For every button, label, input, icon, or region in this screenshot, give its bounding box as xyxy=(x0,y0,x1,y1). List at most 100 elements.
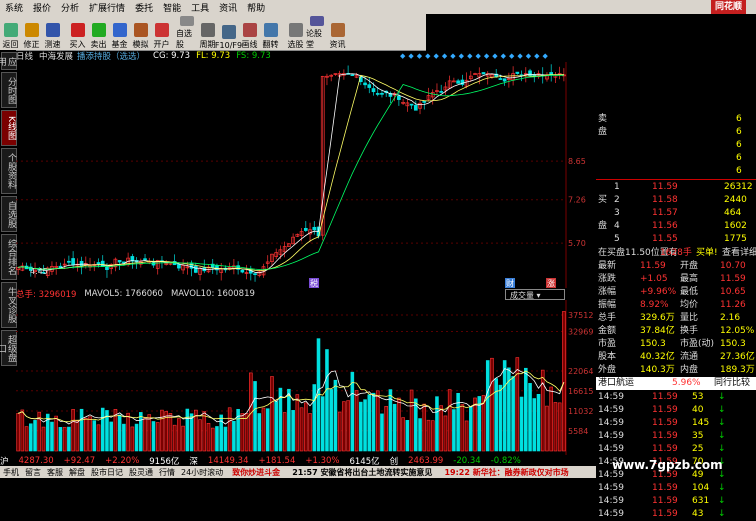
announcement-link[interactable]: 播添持股（选选） xyxy=(77,50,145,62)
quote-value: 11.26 xyxy=(720,300,746,310)
toolbar-button-12[interactable]: 翻转 xyxy=(260,16,281,50)
left-nav-item-0[interactable]: 应用 xyxy=(0,52,17,70)
buy-level: 4 xyxy=(614,221,620,231)
left-nav-item-1[interactable]: 分时图 xyxy=(1,72,17,108)
candle-body xyxy=(193,265,198,273)
status-tab-1[interactable]: 留言 xyxy=(22,467,44,478)
menu-item-7[interactable]: 资讯 xyxy=(214,1,242,14)
toolbar-label: 资讯 xyxy=(329,40,346,49)
menu-item-3[interactable]: 扩展行情 xyxy=(84,1,130,14)
peer-compare-link[interactable]: 同行比较 xyxy=(714,377,750,390)
left-nav-item-7[interactable]: 超级盘口 xyxy=(0,330,17,366)
toolbar-button-2[interactable]: 测速 xyxy=(42,16,63,50)
toolbar-button-14[interactable]: 论股堂 xyxy=(306,16,327,50)
signal-dots: ◆◆◆◆◆◆◆◆◆◆◆◆◆◆◆◆◆◆ xyxy=(400,52,551,60)
orderbook-divider xyxy=(596,179,756,180)
volume-bar xyxy=(325,349,329,452)
period-label[interactable]: 日线 xyxy=(16,50,33,62)
menu-item-6[interactable]: 工具 xyxy=(186,1,214,14)
left-nav-item-3[interactable]: 个股资料 xyxy=(1,148,17,194)
news-ticker-1[interactable]: 致你炒进斗金 xyxy=(226,467,286,478)
volume-bar xyxy=(41,426,46,452)
volume-bar xyxy=(223,426,228,452)
candle-body xyxy=(71,258,75,266)
toolbar-button-0[interactable]: 返回 xyxy=(0,16,21,50)
volume-bar xyxy=(151,421,156,452)
tick-price: 11.59 xyxy=(652,483,678,493)
left-nav-item-2[interactable]: K线图 xyxy=(1,110,17,146)
indicator-dropdown[interactable]: 成交量 ▾ xyxy=(505,289,565,300)
toolbar-button-13[interactable]: 选股 xyxy=(285,16,306,50)
toolbar-button-5[interactable]: 基金 xyxy=(109,16,130,50)
left-nav: 应用分时图 K线图个股资料自选股综合排名牛叉诊股超级盘口 xyxy=(0,50,17,465)
news-ticker-3[interactable]: 19:22 新华社：融券新政仅对市场 xyxy=(438,467,574,478)
status-tab-5[interactable]: 股灵通 xyxy=(126,467,156,478)
quote-label: 换手 xyxy=(680,326,699,336)
volume-bar xyxy=(75,420,80,452)
tick-time: 14:59 xyxy=(598,444,624,454)
sell-volume: 6 xyxy=(736,127,742,137)
status-tab-0[interactable]: 手机 xyxy=(0,467,22,478)
menu-item-4[interactable]: 委托 xyxy=(130,1,158,14)
tick-row: 14:59 11.59 25 ↓ xyxy=(596,443,756,456)
tick-volume: 40 xyxy=(692,405,704,415)
volume-bar xyxy=(536,393,541,452)
sell-row: 6 xyxy=(596,152,756,165)
toolbar-button-6[interactable]: 模拟 xyxy=(130,16,151,50)
tick-price: 11.59 xyxy=(652,431,678,441)
volume-bar xyxy=(58,427,63,452)
status-tab-6[interactable]: 行情 xyxy=(156,467,178,478)
order-detail-link[interactable]: 查看详细 xyxy=(722,247,756,260)
status-tab-4[interactable]: 股市日记 xyxy=(88,467,126,478)
brand-logo: 同花顺 xyxy=(710,0,746,14)
toolbar-label: 周期 xyxy=(199,40,216,49)
volume-bar xyxy=(490,357,494,452)
left-nav-item-6[interactable]: 牛叉诊股 xyxy=(1,282,17,328)
toolbar-icon xyxy=(330,23,345,37)
toolbar-button-10[interactable]: F10/F9 xyxy=(215,16,242,50)
tick-price: 11.59 xyxy=(652,392,678,402)
order-note-volume: 1628手 xyxy=(660,248,692,258)
index-bar: 沪 4287.30 +92.47 +2.20% 9156亿深 14149.34 +181.5… xyxy=(0,455,596,467)
toolbar-button-8[interactable]: 自选股 xyxy=(176,16,197,50)
left-nav-item-5[interactable]: 综合排名 xyxy=(1,234,17,280)
sector-change: 5.96% xyxy=(672,378,701,388)
sector-name: 港口航运 xyxy=(598,378,635,388)
index-value-5: 深 xyxy=(189,456,198,467)
toolbar-button-7[interactable]: 开户 xyxy=(151,16,172,50)
status-tab-3[interactable]: 解盘 xyxy=(66,467,88,478)
quote-value: 189.3万 xyxy=(720,365,755,375)
candle-body xyxy=(456,80,460,84)
volume-bar xyxy=(304,402,308,452)
quote-label: 涨跌 xyxy=(598,274,617,284)
volume-bar xyxy=(363,399,367,452)
volume-bar xyxy=(109,421,113,452)
sell-row: 6 xyxy=(596,139,756,152)
toolbar-button-11[interactable]: 画线 xyxy=(239,16,260,50)
menu-item-2[interactable]: 分析 xyxy=(56,1,84,14)
volume-axis-label: 11032 xyxy=(568,407,593,416)
price-chart[interactable]: 8.65 7.26 5.70 4.45 税 财 涨 xyxy=(16,62,596,288)
volume-bar xyxy=(67,426,71,452)
toolbar-button-15[interactable]: 资讯 xyxy=(327,16,348,50)
menu-item-5[interactable]: 智能 xyxy=(158,1,186,14)
left-nav-item-4[interactable]: 自选股 xyxy=(1,196,17,232)
volume-bar xyxy=(430,420,435,452)
status-tab-2[interactable]: 客服 xyxy=(44,467,66,478)
pan-label: 盘 xyxy=(598,127,608,137)
tick-price: 11.59 xyxy=(652,444,678,454)
news-ticker-2[interactable]: 21:57 安徽省将出台土地流转实施意见 xyxy=(286,467,438,478)
down-arrow-icon: ↓ xyxy=(718,392,726,402)
toolbar-button-4[interactable]: 卖出 xyxy=(88,16,109,50)
menu-item-8[interactable]: 帮助 xyxy=(242,1,270,14)
menu-item-0[interactable]: 系统 xyxy=(0,1,28,14)
volume-chart[interactable]: 37512 32969 22064 16615 11032 5584 xyxy=(16,300,596,455)
toolbar-button-3[interactable]: 买入 xyxy=(67,16,88,50)
buy-volume: 26312 xyxy=(724,182,753,192)
buy-price: 11.59 xyxy=(652,182,678,192)
volume-bar xyxy=(414,398,418,452)
status-tab-7[interactable]: 24小时滚动 xyxy=(178,467,226,478)
menu-item-1[interactable]: 报价 xyxy=(28,1,56,14)
volume-bar xyxy=(88,416,92,452)
toolbar-button-1[interactable]: 修正 xyxy=(21,16,42,50)
